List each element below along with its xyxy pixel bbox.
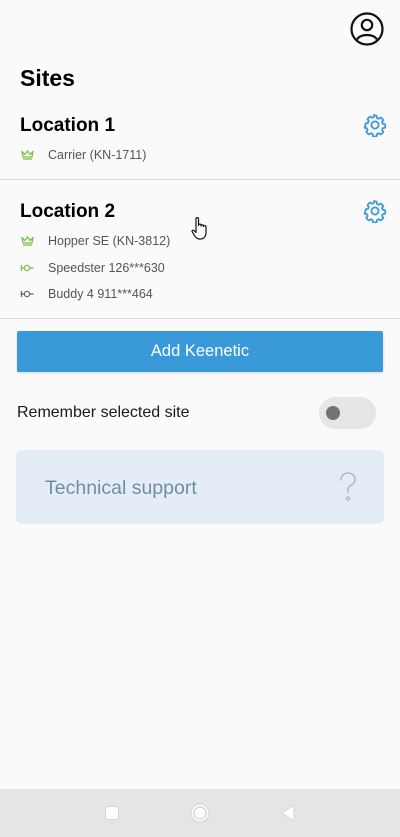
user-circle-icon: [350, 12, 384, 46]
remember-site-toggle[interactable]: [319, 397, 376, 429]
profile-button[interactable]: [349, 11, 385, 47]
divider: [0, 179, 400, 180]
page-title: Sites: [20, 65, 75, 91]
site-name: Location 1: [20, 115, 116, 136]
site-settings-button[interactable]: [362, 198, 388, 224]
add-keenetic-button[interactable]: Add Keenetic: [17, 331, 383, 372]
gear-icon: [363, 199, 387, 223]
back-button[interactable]: [276, 801, 300, 825]
toggle-knob: [326, 406, 340, 420]
sites-screen: Sites Location 1 Carrier (KN-1711) Locat…: [0, 0, 400, 837]
crown-icon: [20, 235, 34, 247]
device-item[interactable]: Speedster 126***630: [20, 258, 165, 278]
technical-support-label: Technical support: [45, 477, 197, 499]
crown-icon: [20, 149, 34, 161]
site-name: Location 2: [20, 201, 116, 222]
device-label: Speedster 126***630: [48, 261, 165, 275]
device-item[interactable]: Buddy 4 911***464: [20, 284, 153, 304]
device-item[interactable]: Hopper SE (KN-3812): [20, 231, 170, 251]
gear-icon: [363, 113, 387, 137]
site-settings-button[interactable]: [362, 112, 388, 138]
extender-icon: [20, 288, 34, 300]
technical-support-card[interactable]: Technical support: [16, 450, 384, 524]
recents-square-icon: [105, 806, 119, 820]
home-button[interactable]: [188, 801, 212, 825]
device-label: Carrier (KN-1711): [48, 148, 147, 162]
recents-button[interactable]: [100, 801, 124, 825]
remember-site-label: Remember selected site: [17, 404, 190, 421]
home-circle-icon: [190, 803, 210, 823]
question-mark-icon: [336, 470, 360, 504]
system-navigation-bar: [0, 789, 400, 837]
extender-icon: [20, 262, 34, 274]
hand-cursor-icon: [191, 217, 207, 240]
device-label: Buddy 4 911***464: [48, 287, 153, 301]
device-label: Hopper SE (KN-3812): [48, 234, 171, 248]
back-triangle-icon: [281, 804, 295, 822]
device-item[interactable]: Carrier (KN-1711): [20, 145, 146, 165]
divider: [0, 318, 400, 319]
